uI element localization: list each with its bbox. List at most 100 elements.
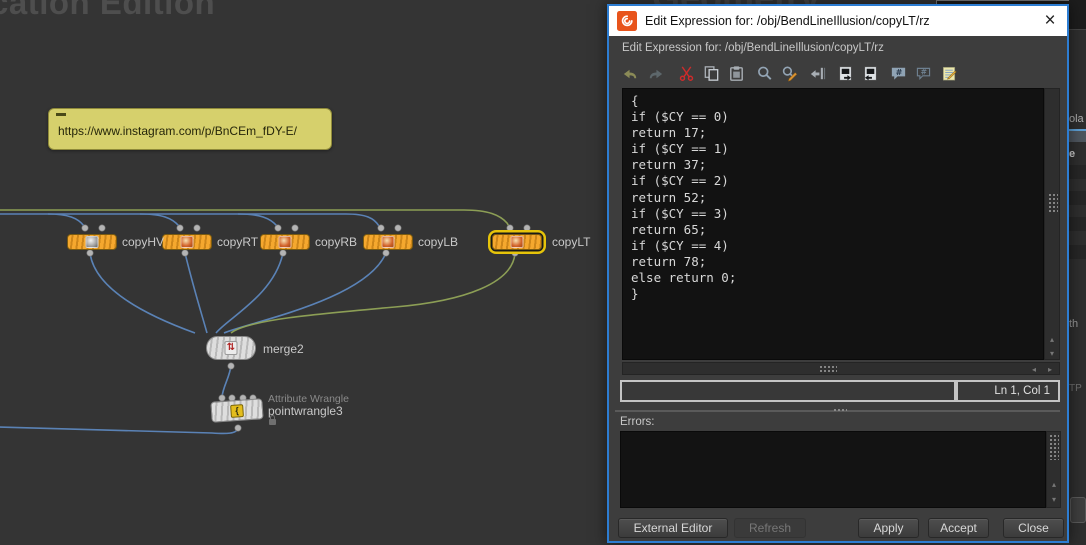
scroll-down-icon[interactable]: [1045, 347, 1059, 360]
wrangle-sop-icon: {: [230, 404, 244, 418]
connector-dot[interactable]: [383, 250, 389, 256]
close-icon[interactable]: ×: [1037, 8, 1063, 34]
scroll-right-icon[interactable]: [1043, 363, 1057, 376]
node-label: copyHV: [122, 235, 164, 249]
scrollbar-grip[interactable]: [819, 365, 837, 373]
connector-dot[interactable]: [280, 250, 286, 256]
expression-code-editor[interactable]: { if ($CY == 0) return 17; if ($CY == 1)…: [622, 88, 1044, 360]
merge-sop-icon: ⇅: [225, 341, 238, 355]
pane-splitter[interactable]: [615, 410, 1060, 412]
redo-icon: [646, 64, 665, 83]
copy-sop-icon: [511, 236, 524, 248]
status-row: Ln 1, Col 1: [620, 380, 1060, 402]
connector-dot[interactable]: [275, 225, 281, 231]
paste-icon[interactable]: [727, 64, 746, 83]
wire-copylt-merge: [231, 253, 515, 333]
dialog-title: Edit Expression for: /obj/BendLineIllusi…: [645, 14, 930, 28]
toolbar: ##: [621, 62, 965, 84]
connector-dot[interactable]: [82, 225, 88, 231]
connector-dot[interactable]: [194, 225, 200, 231]
errors-box: [620, 431, 1046, 508]
wire-copyrt-merge: [185, 253, 207, 333]
copy-sop-icon: [382, 236, 395, 248]
scroll-up-icon[interactable]: [1047, 478, 1061, 491]
connector-dot[interactable]: [395, 225, 401, 231]
note-collapse-icon[interactable]: [56, 113, 66, 116]
scrollbar-grip[interactable]: [1049, 434, 1059, 460]
pane-row-fragment: [1069, 165, 1086, 179]
node-copyhv[interactable]: [67, 234, 117, 250]
editor-horizontal-scrollbar[interactable]: [622, 362, 1060, 375]
code-text: { if ($CY == 0) return 17; if ($CY == 1)…: [623, 89, 1043, 306]
shift-right-icon[interactable]: [836, 64, 855, 83]
connector-dot[interactable]: [177, 225, 183, 231]
errors-scrollbar[interactable]: [1046, 431, 1061, 508]
node-merge2[interactable]: ⇅: [206, 336, 256, 360]
copy-sop-icon: [181, 236, 194, 248]
edit-note-icon[interactable]: [940, 64, 959, 83]
wire-wrangle-out: [0, 427, 238, 433]
connector-dot[interactable]: [99, 225, 105, 231]
wire-copylb-merge: [224, 253, 386, 333]
parameter-field-fragment: [1069, 129, 1086, 142]
node-copylt-selected[interactable]: [492, 234, 542, 250]
splitter-grip[interactable]: [833, 408, 847, 413]
pane-row-fragment: [1069, 217, 1086, 231]
indent-icon[interactable]: [808, 64, 827, 83]
status-message-box: [620, 380, 956, 402]
houdini-window: cation Edition Geometry: [0, 0, 1086, 545]
copy-icon[interactable]: [702, 64, 721, 83]
lock-icon: [269, 419, 276, 425]
connector-dot[interactable]: [235, 425, 241, 431]
node-copyrt[interactable]: [162, 234, 212, 250]
connector-dot[interactable]: [507, 225, 513, 231]
pane-text-fragment: e: [1069, 148, 1075, 160]
scroll-left-icon[interactable]: [1027, 363, 1041, 376]
comment-icon[interactable]: #: [889, 64, 908, 83]
pane-button-fragment: [1070, 497, 1086, 523]
wire-blue-trunk: [0, 214, 381, 228]
scrollbar-grip[interactable]: [1048, 193, 1058, 213]
apply-button[interactable]: Apply: [858, 518, 919, 538]
pane-header-fragment: [1069, 0, 1086, 30]
sticky-note[interactable]: https://www.instagram.com/p/BnCEm_fDY-E/: [48, 108, 332, 150]
connector-dot[interactable]: [182, 250, 188, 256]
scroll-up-icon[interactable]: [1045, 333, 1059, 346]
connector-dot[interactable]: [378, 225, 384, 231]
node-label: copyRT: [217, 235, 258, 249]
close-button[interactable]: Close: [1003, 518, 1064, 538]
shift-left-icon[interactable]: [861, 64, 880, 83]
node-pointwrangle3[interactable]: {: [210, 398, 263, 423]
scroll-down-icon[interactable]: [1047, 493, 1061, 506]
dialog-titlebar[interactable]: Edit Expression for: /obj/BendLineIllusi…: [609, 6, 1067, 36]
uncomment-icon[interactable]: #: [914, 64, 933, 83]
copy-sop-icon: [86, 236, 99, 248]
copy-sop-icon: [279, 236, 292, 248]
cut-icon[interactable]: [677, 64, 696, 83]
wire-merge-wrangle: [222, 365, 231, 397]
network-wires: [0, 0, 608, 545]
svg-text:#: #: [896, 67, 903, 76]
connector-dot[interactable]: [292, 225, 298, 231]
wire-copyhv-merge: [90, 253, 195, 333]
errors-label: Errors:: [620, 416, 655, 428]
expression-path-label: Edit Expression for: /obj/BendLineIllusi…: [622, 42, 884, 54]
pane-row-fragment: [1069, 191, 1086, 205]
node-copylb[interactable]: [363, 234, 413, 250]
search-replace-icon[interactable]: [780, 64, 799, 83]
wire-branch-copyrt: [140, 214, 180, 228]
node-label: copyLT: [552, 235, 590, 249]
node-copyrb[interactable]: [260, 234, 310, 250]
connector-dot[interactable]: [512, 250, 518, 256]
pane-row-fragment: [1069, 245, 1086, 259]
accept-button[interactable]: Accept: [928, 518, 989, 538]
editor-vertical-scrollbar[interactable]: [1044, 88, 1060, 360]
search-icon[interactable]: [755, 64, 774, 83]
connector-dot[interactable]: [228, 363, 234, 369]
connector-dot[interactable]: [87, 250, 93, 256]
external-editor-button[interactable]: External Editor: [618, 518, 728, 538]
svg-text:#: #: [921, 67, 927, 76]
cursor-position: Ln 1, Col 1: [956, 380, 1060, 402]
node-label: pointwrangle3: [268, 404, 343, 418]
connector-dot[interactable]: [524, 225, 530, 231]
